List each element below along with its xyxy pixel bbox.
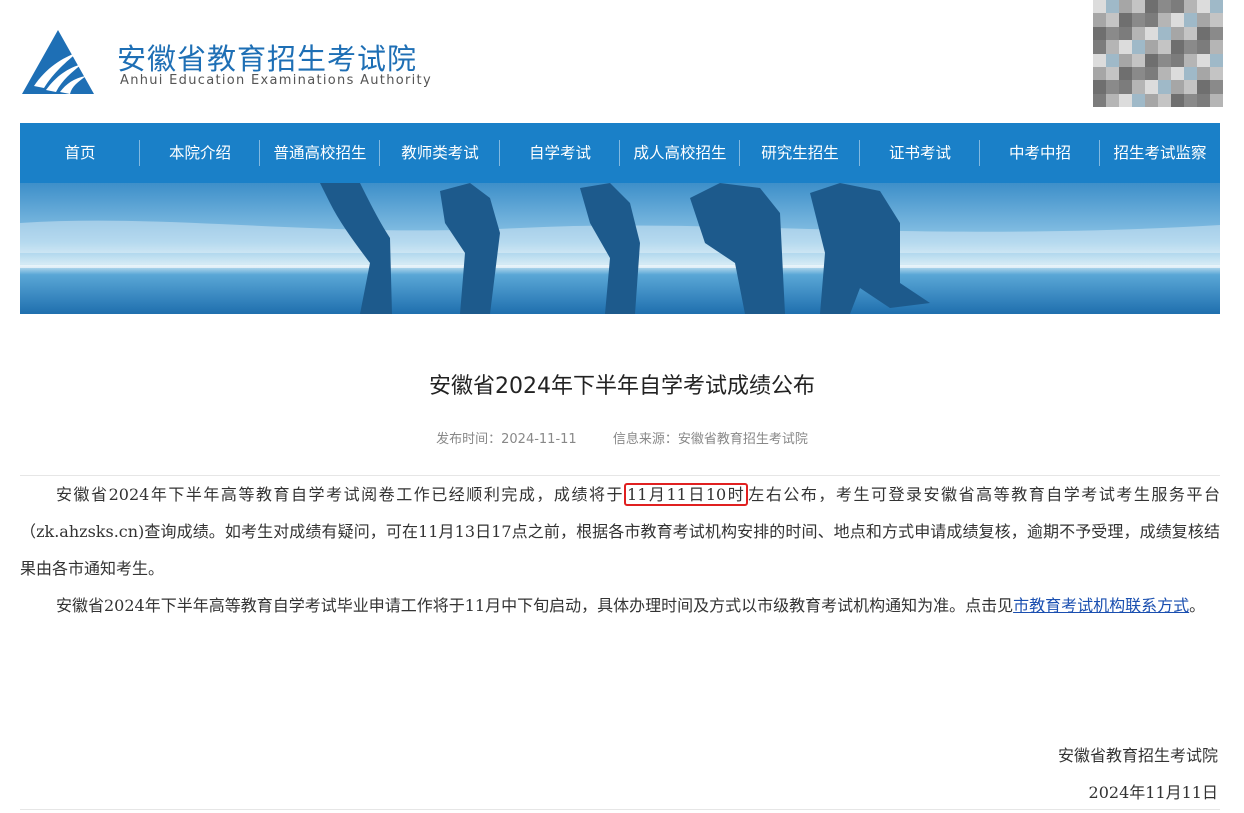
article-body: 安徽省2024年下半年高等教育自学考试阅卷工作已经顺利完成，成绩将于 11月11日… [20, 476, 1220, 624]
nav-item-home[interactable]: 首页 [20, 123, 140, 183]
contact-info-link[interactable]: 市教育考试机构联系方式 [1013, 596, 1189, 615]
signature-date: 2024年11月11日 [1088, 783, 1218, 802]
publish-time: 发布时间：2024-11-11 [436, 432, 577, 447]
nav-item-adult-college[interactable]: 成人高校招生 [620, 123, 740, 183]
nav-item-about[interactable]: 本院介绍 [140, 123, 260, 183]
divider-bottom [20, 809, 1220, 810]
article-title: 安徽省2024年下半年自学考试成绩公布 [429, 374, 815, 399]
article-meta: 发布时间：2024-11-11 信息来源：安徽省教育招生考试院 [0, 428, 1244, 447]
nav-item-certificate[interactable]: 证书考试 [860, 123, 980, 183]
paragraph-2: 安徽省2024年下半年高等教育自学考试毕业申请工作将于11月中下旬启动，具体办理… [56, 596, 1206, 615]
nav-item-high-school[interactable]: 中考中招 [980, 123, 1100, 183]
nav-item-self-study-exam[interactable]: 自学考试 [500, 123, 620, 183]
signature-org: 安徽省教育招生考试院 [1057, 746, 1218, 765]
org-name-cn[interactable]: 安徽省教育招生考试院 [117, 36, 417, 78]
nav-item-supervision[interactable]: 招生考试监察 [1100, 123, 1220, 183]
info-source: 信息来源：安徽省教育招生考试院 [612, 432, 808, 447]
nav-item-college-admission[interactable]: 普通高校招生 [260, 123, 380, 183]
qr-code-icon [1093, 0, 1223, 107]
highlighted-time: 11月11日10时 [624, 483, 749, 506]
site-header: 安徽省教育招生考试院 Anhui Education Examinations … [0, 0, 1244, 123]
org-name-en: Anhui Education Examinations Authority [120, 73, 432, 88]
paragraph-1: 安徽省2024年下半年高等教育自学考试阅卷工作已经顺利完成，成绩将于 11月11日… [20, 483, 1220, 578]
graduates-banner-image [20, 183, 1220, 314]
nav-item-graduate[interactable]: 研究生招生 [740, 123, 860, 183]
nav-item-teacher-exam[interactable]: 教师类考试 [380, 123, 500, 183]
main-nav: 首页 本院介绍 普通高校招生 教师类考试 自学考试 成人高校招生 研究生招生 证… [20, 123, 1220, 183]
triangle-logo-icon[interactable] [20, 28, 96, 98]
